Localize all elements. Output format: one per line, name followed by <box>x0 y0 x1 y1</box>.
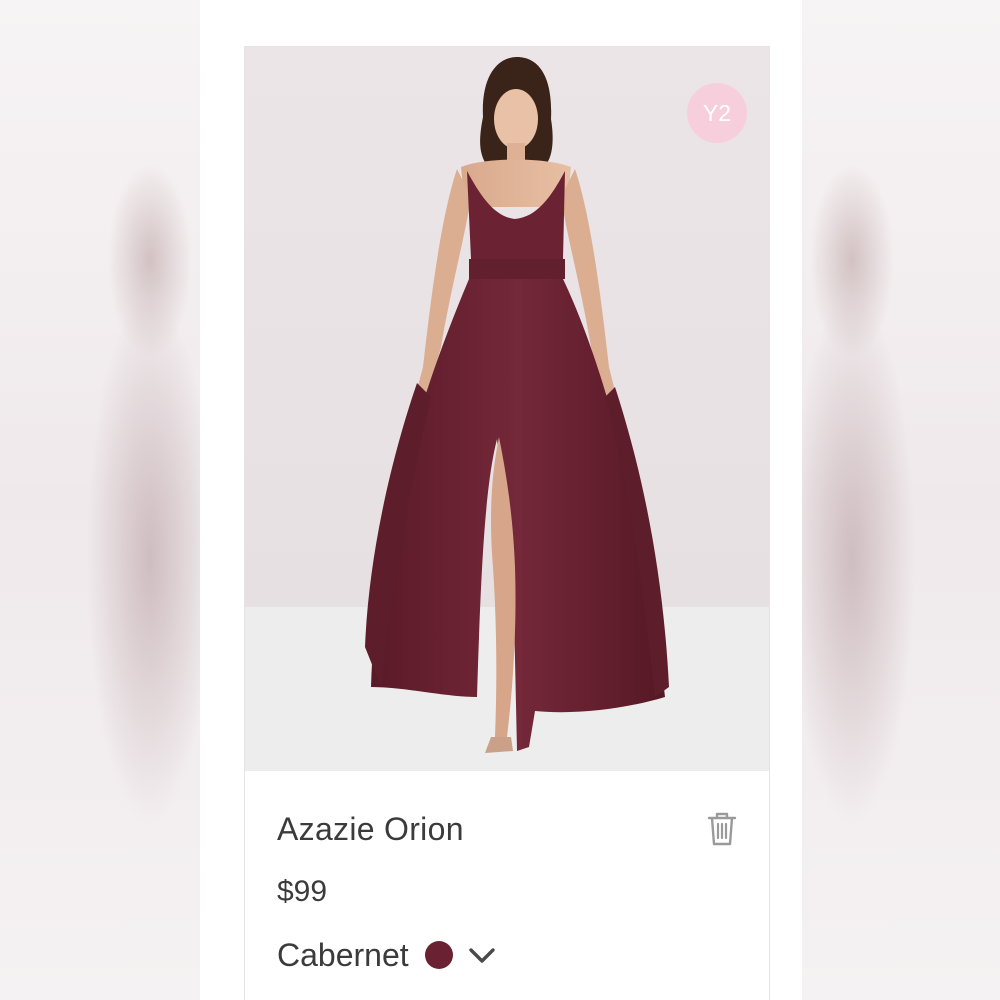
chevron-down-icon[interactable] <box>465 938 499 972</box>
color-selector[interactable]: Cabernet <box>277 935 499 975</box>
product-price: $99 <box>277 875 328 908</box>
product-card: Y2 Azazie Orion $99 Cabernet <box>244 46 770 1000</box>
dress-model-photo <box>245 57 769 771</box>
blurred-backdrop-right <box>802 0 1000 1000</box>
size-badge: Y2 <box>687 83 747 143</box>
product-image[interactable]: Y2 <box>245 47 769 771</box>
product-name: Azazie Orion <box>277 811 464 847</box>
screenshot-panel: Y2 Azazie Orion $99 Cabernet <box>200 0 802 1000</box>
blurred-backdrop-left <box>0 0 200 1000</box>
color-swatch[interactable] <box>424 941 453 969</box>
trash-icon[interactable] <box>705 811 739 847</box>
color-name: Cabernet <box>277 936 409 973</box>
